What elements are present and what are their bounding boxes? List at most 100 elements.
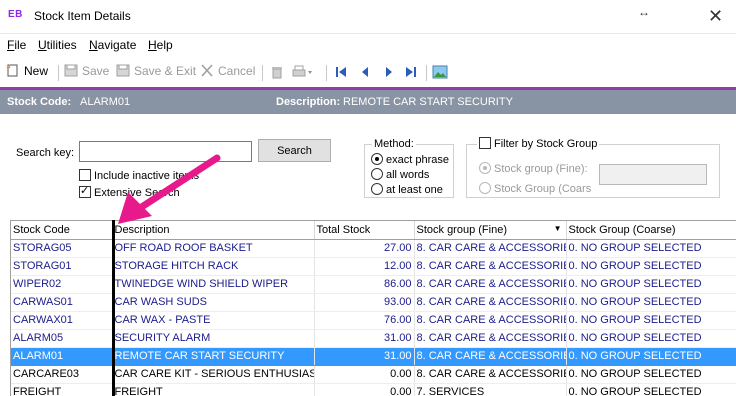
table-row[interactable]: STORAG05 OFF ROAD ROOF BASKET 27.00 8. CAR … xyxy=(11,239,736,258)
col-stock-group-coarse[interactable]: Stock Group (Coarse) xyxy=(566,221,736,240)
cell-total-stock[interactable]: 93.00 xyxy=(314,293,415,312)
cell-stock-group-coarse[interactable]: 0. NO GROUP SELECTED xyxy=(566,275,736,294)
last-record-icon[interactable] xyxy=(404,65,418,79)
close-icon[interactable]: ✕ xyxy=(708,7,723,25)
first-record-icon[interactable] xyxy=(334,65,348,79)
menu-utilities[interactable]: Utilities xyxy=(38,38,77,52)
method-exact-phrase[interactable]: exact phrase xyxy=(371,153,449,166)
radio-stock-group-coarse[interactable] xyxy=(479,182,491,194)
filter-by-stock-group-checkbox[interactable]: Filter by Stock Group xyxy=(477,137,600,150)
cell-description[interactable]: TWINEDGE WIND SHIELD WIPER xyxy=(112,275,315,294)
cell-description[interactable]: SECURITY ALARM xyxy=(112,329,315,348)
window-title: Stock Item Details xyxy=(34,9,131,23)
save-exit-label: Save & Exit xyxy=(134,64,197,78)
cell-stock-code[interactable]: FREIGHT xyxy=(11,383,113,396)
new-label: New xyxy=(24,64,49,78)
table-row[interactable]: WIPER02 TWINEDGE WIND SHIELD WIPER 86.00 8.… xyxy=(11,275,736,294)
cell-stock-code[interactable]: WIPER02 xyxy=(11,275,113,294)
filter-coarse-option[interactable]: Stock Group (Coars xyxy=(479,182,591,195)
cell-description[interactable]: REMOTE CAR START SECURITY xyxy=(112,347,315,366)
cell-stock-group-coarse[interactable]: 0. NO GROUP SELECTED xyxy=(566,257,736,276)
cell-stock-code[interactable]: ALARM01 xyxy=(11,347,113,366)
table-row[interactable]: CARWAX01 CAR WAX - PASTE 76.00 8. CAR CARE … xyxy=(11,311,736,330)
cell-stock-group-fine[interactable]: 8. CAR CARE & ACCESSORIES xyxy=(414,275,567,294)
save-exit-button[interactable]: Save & Exit xyxy=(116,64,196,78)
cell-stock-code[interactable]: STORAG01 xyxy=(11,257,113,276)
radio-exact-phrase[interactable] xyxy=(371,153,383,165)
menu-help[interactable]: Help xyxy=(148,38,173,52)
cell-total-stock[interactable]: 0.00 xyxy=(314,383,415,396)
method-at-least-one[interactable]: at least one xyxy=(371,183,443,196)
resize-icon[interactable]: ↔ xyxy=(638,5,650,19)
cell-stock-group-fine[interactable]: 8. CAR CARE & ACCESSORIES xyxy=(414,257,567,276)
cell-description[interactable]: STORAGE HITCH RACK xyxy=(112,257,315,276)
table-row[interactable]: STORAG01 STORAGE HITCH RACK 12.00 8. CAR CA… xyxy=(11,257,736,276)
cell-stock-group-fine[interactable]: 8. CAR CARE & ACCESSORIES xyxy=(414,239,567,258)
search-button[interactable]: Search xyxy=(258,139,331,162)
cancel-label: Cancel xyxy=(218,64,256,78)
cell-stock-group-fine[interactable]: 8. CAR CARE & ACCESSORIES xyxy=(414,329,567,348)
menu-file[interactable]: File xyxy=(7,38,26,52)
cell-description[interactable]: CAR WAX - PASTE xyxy=(112,311,315,330)
table-row[interactable]: FREIGHT FREIGHT 0.00 7. SERVICES 0. NO GROUP… xyxy=(11,383,736,396)
table-row[interactable]: ALARM01 REMOTE CAR START SECURITY 31.00 8. … xyxy=(11,347,736,366)
print-icon[interactable] xyxy=(292,65,314,79)
cell-total-stock[interactable]: 27.00 xyxy=(314,239,415,258)
method-all-words[interactable]: all words xyxy=(371,168,429,181)
sort-desc-icon: ▼ xyxy=(553,224,562,233)
cell-total-stock[interactable]: 76.00 xyxy=(314,311,415,330)
cell-stock-code[interactable]: CARCARE03 xyxy=(11,365,113,384)
table-row[interactable]: CARWAS01 CAR WASH SUDS 93.00 8. CAR CARE & … xyxy=(11,293,736,312)
cell-stock-group-coarse[interactable]: 0. NO GROUP SELECTED xyxy=(566,311,736,330)
cell-stock-group-coarse[interactable]: 0. NO GROUP SELECTED xyxy=(566,383,736,396)
filter-fine-option[interactable]: Stock group (Fine): xyxy=(479,162,588,175)
cell-stock-group-coarse[interactable]: 0. NO GROUP SELECTED xyxy=(566,365,736,384)
cell-stock-group-fine[interactable]: 8. CAR CARE & ACCESSORIES xyxy=(414,311,567,330)
col-stock-code[interactable]: Stock Code xyxy=(11,221,113,240)
cell-description[interactable]: FREIGHT xyxy=(112,383,315,396)
cell-stock-code[interactable]: CARWAX01 xyxy=(11,311,113,330)
cell-stock-group-coarse[interactable]: 0. NO GROUP SELECTED xyxy=(566,347,736,366)
cell-total-stock[interactable]: 31.00 xyxy=(314,329,415,348)
cell-total-stock[interactable]: 12.00 xyxy=(314,257,415,276)
filter-checkbox-box[interactable] xyxy=(479,137,491,149)
col-total-stock[interactable]: Total Stock xyxy=(314,221,415,240)
stock-grid: Stock Code Description Total Stock Stock… xyxy=(10,220,736,396)
cell-stock-code[interactable]: STORAG05 xyxy=(11,239,113,258)
cell-total-stock[interactable]: 31.00 xyxy=(314,347,415,366)
cell-description[interactable]: CAR CARE KIT - SERIOUS ENTHUSIAST xyxy=(112,365,315,384)
stock-group-coarse-label: Stock Group (Coars xyxy=(494,183,592,195)
radio-all-words[interactable] xyxy=(371,168,383,180)
column-resize-handle[interactable] xyxy=(112,220,115,396)
menu-navigate[interactable]: Navigate xyxy=(89,38,136,52)
cell-stock-group-fine[interactable]: 8. CAR CARE & ACCESSORIES xyxy=(414,347,567,366)
include-inactive-box[interactable] xyxy=(79,169,91,181)
table-row[interactable]: ALARM05 SECURITY ALARM 31.00 8. CAR CARE & … xyxy=(11,329,736,348)
cell-stock-group-coarse[interactable]: 0. NO GROUP SELECTED xyxy=(566,293,736,312)
table-row[interactable]: CARCARE03 CAR CARE KIT - SERIOUS ENTHUSIA… xyxy=(11,365,736,384)
new-button[interactable]: New xyxy=(6,64,48,78)
extensive-search-box[interactable] xyxy=(79,184,91,198)
cell-description[interactable]: OFF ROAD ROOF BASKET xyxy=(112,239,315,258)
cell-stock-group-coarse[interactable]: 0. NO GROUP SELECTED xyxy=(566,329,736,348)
cell-stock-code[interactable]: CARWAS01 xyxy=(11,293,113,312)
cell-stock-group-fine[interactable]: 8. CAR CARE & ACCESSORIES xyxy=(414,365,567,384)
radio-at-least-one[interactable] xyxy=(371,183,383,195)
cell-stock-code[interactable]: ALARM05 xyxy=(11,329,113,348)
cancel-button[interactable]: Cancel xyxy=(200,64,255,78)
cell-stock-group-coarse[interactable]: 0. NO GROUP SELECTED xyxy=(566,239,736,258)
cell-description[interactable]: CAR WASH SUDS xyxy=(112,293,315,312)
radio-stock-group-fine[interactable] xyxy=(479,162,491,174)
cancel-icon xyxy=(201,64,213,77)
cell-stock-group-fine[interactable]: 7. SERVICES xyxy=(414,383,567,396)
stock-group-fine-field[interactable] xyxy=(599,164,707,185)
cell-total-stock[interactable]: 86.00 xyxy=(314,275,415,294)
save-button[interactable]: Save xyxy=(64,64,109,78)
next-record-icon[interactable] xyxy=(382,65,396,79)
cell-stock-group-fine[interactable]: 8. CAR CARE & ACCESSORIES xyxy=(414,293,567,312)
previous-record-icon[interactable] xyxy=(358,65,372,79)
col-stock-group-fine[interactable]: Stock group (Fine) ▼ xyxy=(414,221,567,240)
delete-icon[interactable] xyxy=(270,65,284,79)
image-icon[interactable] xyxy=(432,65,448,79)
cell-total-stock[interactable]: 0.00 xyxy=(314,365,415,384)
